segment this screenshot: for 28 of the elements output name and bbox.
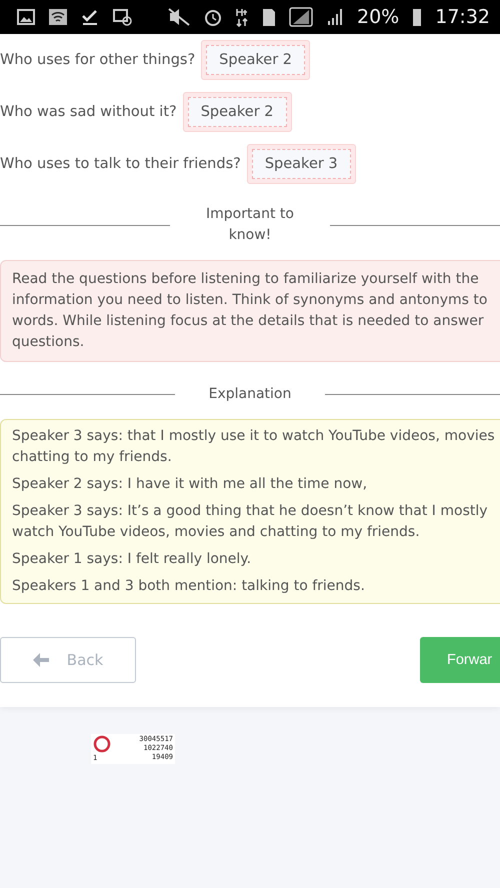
battery-percent: 20% bbox=[357, 6, 400, 28]
check-icon bbox=[80, 7, 100, 27]
signal-icon bbox=[325, 7, 345, 27]
question-text: Who uses for other things? bbox=[0, 52, 196, 68]
mute-icon bbox=[167, 7, 191, 27]
hint-box: Read the questions before listening to familiarize yourself with the information you need to listen. Think of synonyms and antonyms to words. While listening focus at the details that is needed to answer questions. bbox=[0, 260, 500, 362]
section-title: Important to know! bbox=[205, 205, 295, 245]
answer-chip[interactable]: Speaker 2 bbox=[182, 92, 292, 132]
clock-time: 17:32 bbox=[435, 6, 490, 28]
question-text: Who was sad without it? bbox=[0, 104, 177, 120]
explanation-paragraph: Speaker 1 says: I felt really lonely. bbox=[12, 550, 252, 569]
section-title: Explanation bbox=[208, 385, 292, 404]
wifi-icon bbox=[48, 7, 68, 27]
ring-icon bbox=[93, 735, 111, 753]
battery-icon bbox=[411, 7, 424, 27]
explanation-paragraph: Speaker 3 says: It’s a good thing that he doesn’t know that I mostly watch YouTube videos, movies and chatting to my friends. bbox=[12, 502, 489, 542]
question-text: Who uses to talk to their friends? bbox=[0, 156, 241, 172]
network-icon bbox=[235, 7, 249, 27]
answer-chip[interactable]: Speaker 2 bbox=[201, 40, 310, 80]
explanation-paragraph: Speaker 2 says: I have it with me all the time now, bbox=[12, 475, 368, 494]
arrow-left-icon bbox=[32, 653, 49, 667]
signal-icon bbox=[289, 7, 313, 27]
explanation-paragraph: Speaker 3 says: that I mostly use it to watch YouTube videos, movies chatting to my friends. bbox=[12, 427, 496, 467]
answer-chip[interactable]: Speaker 3 bbox=[246, 144, 356, 184]
alarm-icon bbox=[203, 7, 223, 27]
explanation-paragraph: Speakers 1 and 3 both mention: talking to friends. bbox=[12, 577, 366, 596]
sim-icon bbox=[261, 7, 277, 27]
image-icon bbox=[16, 7, 36, 27]
